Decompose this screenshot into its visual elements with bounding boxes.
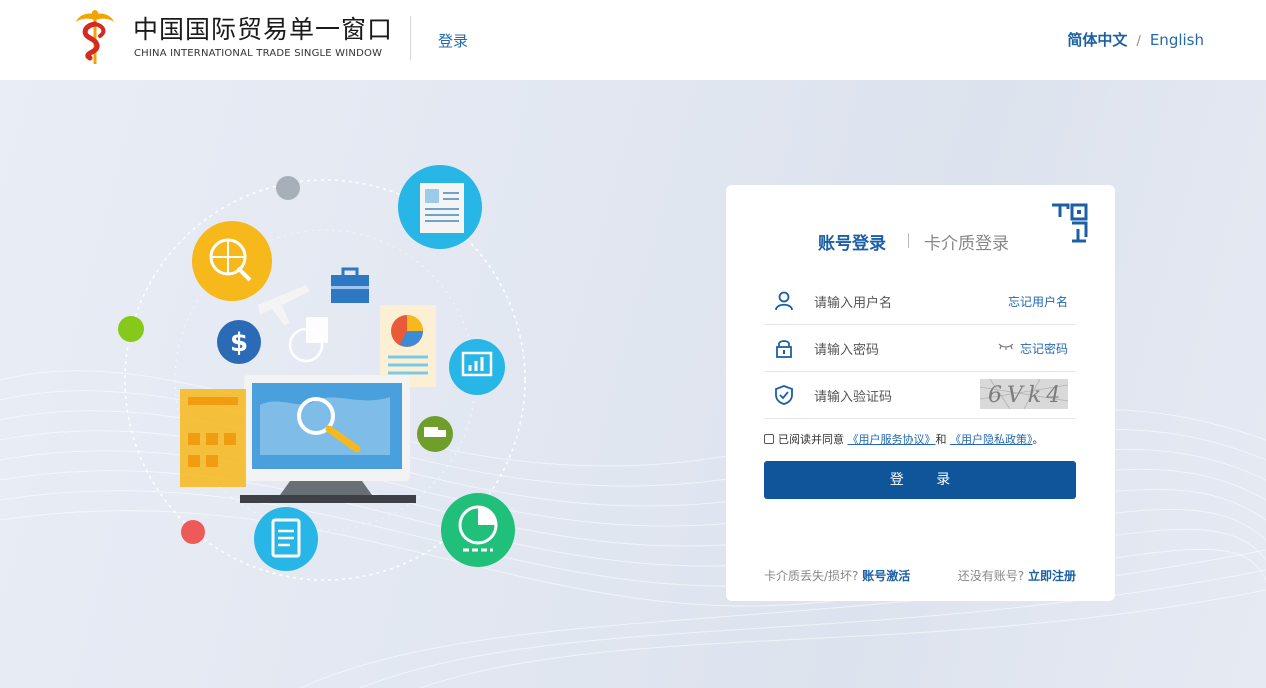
shield-check-icon: [775, 385, 793, 405]
lock-icon: [776, 340, 792, 358]
username-field[interactable]: 请输入用户名 忘记用户名: [764, 278, 1076, 325]
forgot-username-link[interactable]: 忘记用户名: [1008, 293, 1068, 310]
forgot-password-link[interactable]: 忘记密码: [1020, 340, 1068, 357]
agree-and: 和: [935, 433, 947, 446]
password-input[interactable]: 请输入密码: [814, 339, 879, 358]
qr-code-icon[interactable]: [1048, 203, 1090, 243]
tab-separator: [908, 233, 909, 248]
header-divider: [410, 16, 411, 60]
no-account-prefix: 还没有账号?: [957, 569, 1025, 583]
logo-icon: [76, 10, 114, 64]
agree-prefix: 已阅读并同意: [778, 433, 844, 446]
register-link[interactable]: 立即注册: [1028, 569, 1076, 583]
privacy-link[interactable]: 《用户隐私政策》: [950, 433, 1033, 446]
trade-illustration: $: [118, 165, 526, 581]
password-field[interactable]: 请输入密码 忘记密码: [764, 325, 1076, 372]
agree-checkbox[interactable]: [764, 434, 774, 444]
captcha-field[interactable]: 请输入验证码 6Vk4: [764, 372, 1076, 419]
top-header: 中国国际贸易单一窗口 CHINA INTERNATIONAL TRADE SIN…: [0, 0, 1266, 80]
captcha-input[interactable]: 请输入验证码: [814, 386, 892, 405]
captcha-text: 6Vk4: [988, 383, 1065, 408]
lang-english-link[interactable]: English: [1150, 31, 1204, 49]
account-activate-link[interactable]: 账号激活: [862, 569, 910, 583]
brand-title: 中国国际贸易单一窗口: [133, 15, 394, 44]
card-lost-text: 卡介质丢失/损坏? 账号激活: [764, 567, 910, 584]
language-switcher: 简体中文 / English: [1067, 29, 1204, 50]
user-icon: [775, 291, 793, 311]
login-card: 账号登录 卡介质登录 请输入用户名 忘记用户名 请输入密码 忘记密码 请输入验证…: [726, 185, 1115, 601]
login-button[interactable]: 登 录: [764, 461, 1076, 499]
agreement-row: 已阅读并同意 《用户服务协议》和 《用户隐私政策》。: [764, 431, 1044, 447]
lang-separator: /: [1136, 34, 1141, 49]
svg-text:$: $: [230, 328, 248, 358]
username-input[interactable]: 请输入用户名: [814, 292, 892, 311]
tab-card-login[interactable]: 卡介质登录: [924, 229, 1009, 254]
brand-subtitle: CHINA INTERNATIONAL TRADE SINGLE WINDOW: [134, 48, 383, 59]
card-lost-prefix: 卡介质丢失/损坏?: [764, 569, 859, 583]
header-login-link[interactable]: 登录: [438, 30, 468, 51]
agree-end: 。: [1032, 433, 1044, 446]
lang-chinese-link[interactable]: 简体中文: [1067, 31, 1127, 49]
terms-link[interactable]: 《用户服务协议》: [848, 433, 936, 446]
tab-account-login[interactable]: 账号登录: [818, 229, 886, 254]
register-text: 还没有账号? 立即注册: [958, 567, 1076, 584]
eye-closed-icon[interactable]: [998, 341, 1014, 351]
captcha-image[interactable]: 6Vk4: [980, 379, 1068, 409]
